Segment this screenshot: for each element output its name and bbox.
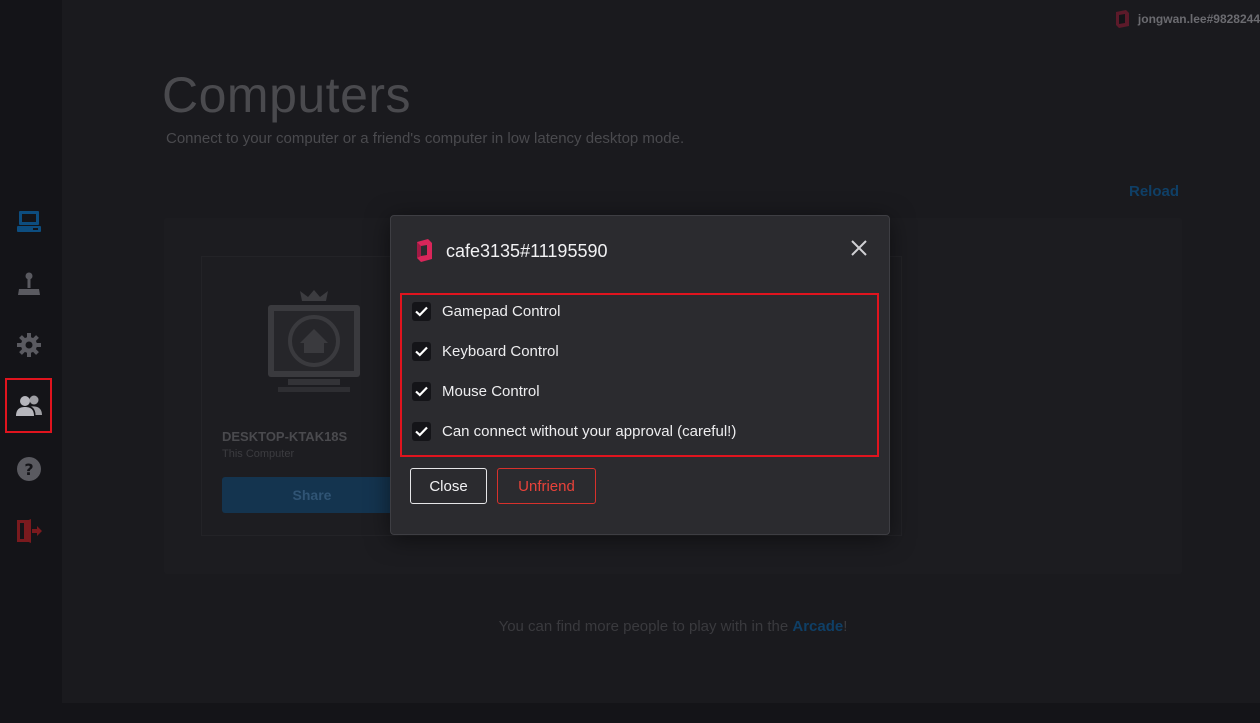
joystick-icon[interactable] — [13, 268, 45, 300]
permission-label: Gamepad Control — [442, 302, 561, 320]
page-title: Computers — [162, 67, 412, 123]
checkbox-checked-icon[interactable] — [412, 301, 431, 321]
arcade-link[interactable]: Arcade — [792, 618, 843, 635]
permission-label: Keyboard Control — [442, 342, 559, 360]
friends-icon[interactable] — [13, 390, 45, 422]
page-subtitle: Connect to your computer or a friend's c… — [166, 130, 685, 147]
parsec-logo-icon — [1115, 10, 1129, 28]
permission-label: Can connect without your approval (caref… — [442, 422, 737, 440]
computer-illustration-icon — [266, 287, 362, 400]
friend-permissions-modal: cafe3135#11195590 Gamepad Control Keyboa… — [390, 215, 890, 535]
permission-label: Mouse Control — [442, 382, 540, 400]
gear-icon[interactable] — [13, 329, 45, 361]
computer-icon[interactable] — [13, 206, 45, 238]
checkbox-checked-icon[interactable] — [412, 421, 431, 441]
permission-auto-connect[interactable]: Can connect without your approval (caref… — [412, 420, 736, 442]
user-chip[interactable]: jongwan.lee#9828244 — [1114, 9, 1260, 29]
checkbox-checked-icon[interactable] — [412, 341, 431, 361]
username: jongwan.lee#9828244 — [1137, 12, 1260, 26]
close-icon[interactable] — [847, 236, 871, 260]
footer-suffix: ! — [843, 618, 848, 635]
share-button[interactable]: Share — [222, 477, 402, 513]
computer-name: DESKTOP-KTAK18S — [222, 429, 348, 444]
unfriend-button[interactable]: Unfriend — [497, 468, 596, 504]
parsec-logo-icon — [415, 238, 433, 267]
footer-text: You can find more people to play with in… — [0, 618, 1260, 635]
sidebar: ? — [0, 0, 62, 723]
permission-keyboard[interactable]: Keyboard Control — [412, 340, 559, 362]
modal-title: cafe3135#11195590 — [446, 241, 608, 261]
permissions-group: Gamepad Control Keyboard Control Mouse C… — [400, 293, 879, 457]
computer-subtitle: This Computer — [222, 448, 295, 460]
help-icon[interactable]: ? — [13, 453, 45, 485]
reload-link[interactable]: Reload — [1129, 183, 1179, 200]
logout-icon[interactable] — [13, 515, 45, 547]
computer-card: DESKTOP-KTAK18S This Computer Share — [201, 256, 421, 536]
permission-gamepad[interactable]: Gamepad Control — [412, 300, 560, 322]
checkbox-checked-icon[interactable] — [412, 381, 431, 401]
close-button[interactable]: Close — [410, 468, 487, 504]
svg-text:?: ? — [24, 460, 33, 479]
footer-prefix: You can find more people to play with in… — [498, 618, 793, 635]
permission-mouse[interactable]: Mouse Control — [412, 380, 540, 402]
